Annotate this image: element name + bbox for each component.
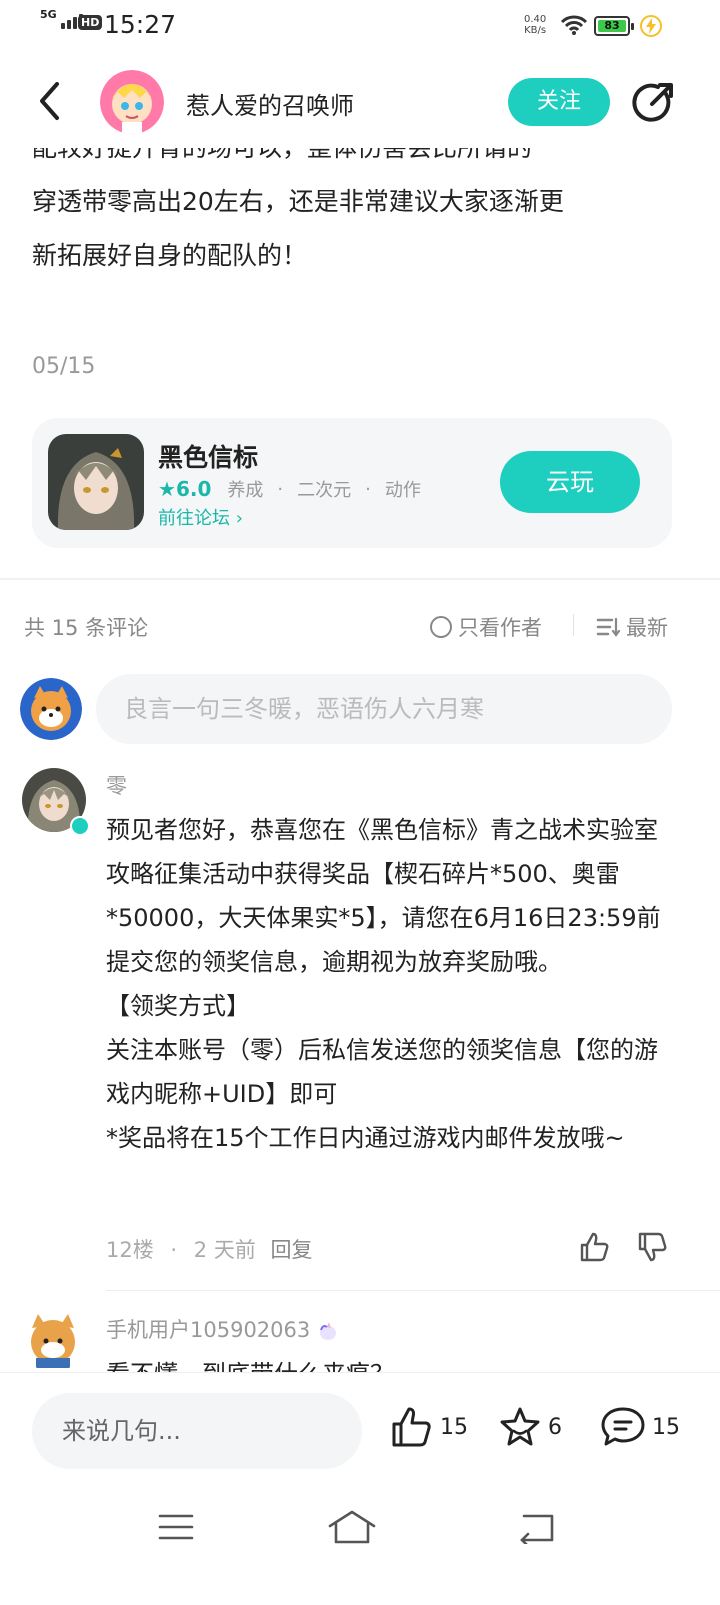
- game-tag: 动作: [384, 480, 421, 501]
- sort-toggle[interactable]: 最新: [596, 612, 668, 642]
- unicorn-badge-icon: [317, 1320, 339, 1342]
- status-bar: 5G HD 15:27 0.40 KB/s 83: [0, 0, 720, 56]
- forum-link[interactable]: 前往论坛 ›: [158, 504, 243, 530]
- battery-icon: 83: [594, 16, 634, 36]
- article-line: 新拓展好自身的配队的！: [32, 241, 308, 270]
- charging-icon: [640, 15, 662, 37]
- game-tag: 二次元: [297, 480, 352, 501]
- comment-paragraph: 关注本账号（零）后私信发送您的领奖信息【您的游戏内昵称+UID】即可: [106, 1036, 658, 1108]
- reply-button[interactable]: 回复: [271, 1238, 313, 1262]
- comment-action[interactable]: 15: [600, 1405, 680, 1449]
- star-icon: ★: [158, 477, 176, 501]
- back-icon[interactable]: [516, 1512, 556, 1544]
- comment-time: 2 天前: [193, 1238, 256, 1262]
- clock: 15:27: [104, 10, 177, 39]
- comment-footer: 12楼 · 2 天前 回复: [106, 1238, 313, 1262]
- thumbs-down-icon[interactable]: [636, 1230, 670, 1264]
- commenter-avatar[interactable]: [20, 1306, 86, 1372]
- top-header: 惹人爱的召唤师 关注: [0, 56, 720, 148]
- like-action[interactable]: 15: [390, 1405, 468, 1449]
- wifi-icon: [560, 15, 588, 35]
- comment-input[interactable]: 良言一句三冬暖，恶语伤人六月寒: [96, 674, 672, 744]
- radio-circle-icon[interactable]: [430, 616, 452, 638]
- network-type: 5G: [40, 8, 57, 21]
- comment-body: 看不懂，到底带什么来痕？: [106, 1350, 666, 1372]
- comment-paragraph: 【领奖方式】: [106, 992, 250, 1020]
- favorite-count: 6: [548, 1414, 562, 1440]
- say-input[interactable]: 来说几句...: [32, 1393, 362, 1469]
- tag-separator: ·: [277, 478, 284, 500]
- verified-badge-icon: [70, 816, 90, 836]
- game-name[interactable]: 黑色信标: [158, 438, 258, 474]
- like-count: 15: [440, 1414, 468, 1440]
- post-date: 05/15: [32, 354, 96, 379]
- author-avatar[interactable]: [100, 70, 164, 134]
- game-card[interactable]: 黑色信标 ★6.0 养成 · 二次元 · 动作 前往论坛 › 云玩: [32, 418, 672, 548]
- hd-badge: HD: [78, 15, 103, 30]
- only-author-toggle[interactable]: 只看作者: [430, 612, 542, 642]
- follow-button[interactable]: 关注: [508, 78, 610, 126]
- comment-count: 共 15 条评论: [24, 616, 149, 640]
- favorite-action[interactable]: 6: [498, 1405, 562, 1449]
- commenter-name[interactable]: 零: [106, 770, 127, 800]
- thumbs-up-icon[interactable]: [578, 1230, 612, 1264]
- share-icon[interactable]: [630, 80, 676, 126]
- comment-body: 预见者您好，恭喜您在《黑色信标》青之战术实验室攻略征集活动中获得奖品【楔石碎片*…: [106, 808, 676, 1160]
- cloud-play-button[interactable]: 云玩: [500, 451, 640, 513]
- menu-icon[interactable]: [158, 1512, 194, 1542]
- system-nav-bar: [0, 1492, 720, 1605]
- sort-icon: [596, 617, 620, 637]
- comment-paragraph: *奖品将在15个工作日内通过游戏内邮件发放哦~: [106, 1124, 625, 1152]
- my-avatar[interactable]: [20, 678, 82, 740]
- game-meta: ★6.0 养成 · 二次元 · 动作: [158, 476, 421, 502]
- cellular-signal-icon: 5G: [40, 8, 83, 29]
- game-rating: ★6.0: [158, 477, 212, 501]
- chevron-right-icon: ›: [235, 508, 243, 529]
- comment-divider: [106, 1290, 720, 1291]
- section-divider: [0, 578, 720, 580]
- article-line: 配较好提升青的场可以，整体伤害会比所谓的: [32, 148, 692, 175]
- author-name[interactable]: 惹人爱的召唤师: [186, 86, 354, 121]
- commenter-name[interactable]: 手机用户105902063: [106, 1314, 339, 1344]
- comment-count-bottom: 15: [652, 1414, 680, 1440]
- thumbs-up-icon[interactable]: [390, 1405, 434, 1449]
- comment-paragraph: 预见者您好，恭喜您在《黑色信标》青之战术实验室攻略征集活动中获得奖品【楔石碎片*…: [106, 816, 661, 976]
- star-icon[interactable]: [498, 1405, 542, 1449]
- comment-bubble-icon[interactable]: [600, 1405, 646, 1449]
- home-icon[interactable]: [328, 1510, 376, 1544]
- comment-floor: 12楼: [106, 1238, 154, 1262]
- back-arrow-icon[interactable]: [30, 78, 70, 124]
- game-tag: 养成: [227, 480, 264, 501]
- battery-level: 83: [598, 20, 626, 32]
- network-speed: 0.40 KB/s: [524, 14, 547, 36]
- tag-separator: ·: [365, 478, 371, 500]
- bottom-action-bar: 来说几句... 15 6 15: [0, 1372, 720, 1492]
- divider: [573, 614, 574, 636]
- article-line: 穿透带零高出20左右，还是非常建议大家逐渐更: [32, 187, 564, 216]
- article-content: 配较好提升青的场可以，整体伤害会比所谓的 穿透带零高出20左右，还是非常建议大家…: [0, 148, 720, 308]
- game-icon[interactable]: [48, 434, 144, 530]
